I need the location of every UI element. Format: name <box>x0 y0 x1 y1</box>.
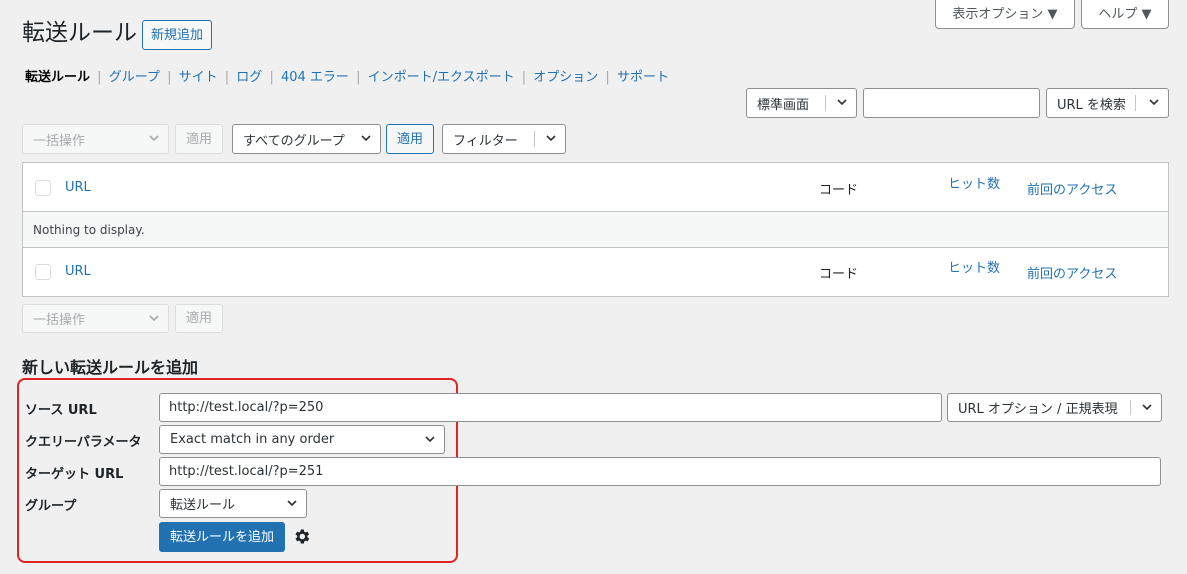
chevron-down-icon <box>424 433 436 445</box>
search-url-button[interactable]: URL を検索 <box>1046 88 1169 118</box>
subnav-redirects[interactable]: 転送ルール <box>25 70 90 85</box>
subnav-separator: | <box>97 70 102 85</box>
url-options-select[interactable]: URL オプション / 正規表現 <box>947 393 1162 422</box>
page-title: 転送ルール <box>22 20 137 46</box>
subnav-sites[interactable]: サイト <box>179 70 218 85</box>
column-last-access-footer[interactable]: 前回のアクセス <box>1027 263 1117 282</box>
target-url-label: ターゲット URL <box>25 467 124 482</box>
group-select[interactable]: 転送ルール <box>159 489 307 518</box>
group-filter-value: すべてのグループ <box>243 133 345 149</box>
subnav-404[interactable]: 404 エラー <box>281 70 349 85</box>
table-empty-row: Nothing to display. <box>23 212 1168 248</box>
bulk-actions-value: 一括操作 <box>33 313 86 328</box>
column-code-footer: コード <box>819 267 859 282</box>
apply-button-bottom[interactable]: 適用 <box>175 304 223 333</box>
group-filter-select[interactable]: すべてのグループ <box>232 124 381 154</box>
search-input[interactable] <box>863 88 1040 118</box>
source-url-label: ソース URL <box>25 403 97 418</box>
query-params-select[interactable]: Exact match in any order <box>159 425 445 454</box>
subnav-separator: | <box>605 70 610 85</box>
apply-button-top[interactable]: 適用 <box>175 124 223 154</box>
filter-button[interactable]: フィルター <box>442 124 566 154</box>
table-header-row: URL コード ヒット数 前回のアクセス <box>23 163 1168 212</box>
subnav-options[interactable]: オプション <box>533 70 598 85</box>
bulk-actions-select-top[interactable]: 一括操作 <box>22 124 169 154</box>
chevron-down-icon <box>148 312 160 324</box>
query-params-label: クエリーパラメータ <box>25 435 142 450</box>
chevron-down-icon <box>286 497 298 509</box>
subnav-support[interactable]: サポート <box>617 70 669 85</box>
source-url-input[interactable]: http://test.local/?p=250 <box>159 393 942 422</box>
view-mode-select[interactable]: 標準画面 <box>746 88 857 118</box>
search-url-label: URL を検索 <box>1057 97 1126 113</box>
column-url-header[interactable]: URL <box>65 180 91 195</box>
subnav-separator: | <box>224 70 230 85</box>
group-label: グループ <box>25 499 77 514</box>
column-hits-footer[interactable]: ヒット数 <box>948 257 1000 276</box>
filter-label: フィルター <box>453 133 518 149</box>
bulk-actions-value: 一括操作 <box>33 133 86 149</box>
chevron-down-icon <box>1148 96 1160 108</box>
column-code-header: コード <box>819 183 859 198</box>
view-mode-value: 標準画面 <box>757 97 810 113</box>
redirects-table: URL コード ヒット数 前回のアクセス Nothing to display.… <box>22 162 1169 297</box>
subnav-separator: | <box>521 70 527 85</box>
column-url-footer[interactable]: URL <box>65 264 91 279</box>
chevron-down-icon <box>1141 401 1153 413</box>
subnav-separator: | <box>167 70 172 85</box>
target-url-input[interactable]: http://test.local/?p=251 <box>159 457 1161 486</box>
screen-options-button[interactable]: 表示オプション ▼ <box>935 0 1075 29</box>
subnav-separator: | <box>269 70 274 85</box>
empty-message: Nothing to display. <box>33 223 145 237</box>
subnav-groups[interactable]: グループ <box>109 70 160 85</box>
table-footer-row: URL コード ヒット数 前回のアクセス <box>23 248 1168 296</box>
subsubsub-nav: 転送ルール | グループ | サイト | ログ | 404 エラー | インポー… <box>25 66 669 85</box>
add-redirect-heading: 新しい転送ルールを追加 <box>22 358 199 377</box>
gear-icon[interactable] <box>292 527 311 546</box>
chevron-down-icon <box>360 132 372 144</box>
help-button[interactable]: ヘルプ ▼ <box>1081 0 1169 29</box>
column-last-access-header[interactable]: 前回のアクセス <box>1027 179 1117 198</box>
select-all-checkbox-footer[interactable] <box>35 264 51 280</box>
subnav-import-export[interactable]: インポート/エクスポート <box>368 70 515 85</box>
chevron-down-icon <box>545 132 557 144</box>
group-value: 転送ルール <box>170 498 236 513</box>
add-redirect-button[interactable]: 転送ルールを追加 <box>159 522 285 552</box>
select-all-checkbox[interactable] <box>35 180 51 196</box>
column-hits-header[interactable]: ヒット数 <box>948 173 1000 192</box>
apply-group-filter-button[interactable]: 適用 <box>386 124 434 154</box>
subnav-logs[interactable]: ログ <box>236 70 262 85</box>
url-options-value: URL オプション / 正規表現 <box>958 402 1118 417</box>
add-new-button[interactable]: 新規追加 <box>142 20 212 50</box>
bulk-actions-select-bottom[interactable]: 一括操作 <box>22 304 169 333</box>
chevron-down-icon <box>836 96 848 108</box>
chevron-down-icon <box>148 132 160 144</box>
subnav-separator: | <box>356 70 361 85</box>
query-params-value: Exact match in any order <box>170 432 335 447</box>
